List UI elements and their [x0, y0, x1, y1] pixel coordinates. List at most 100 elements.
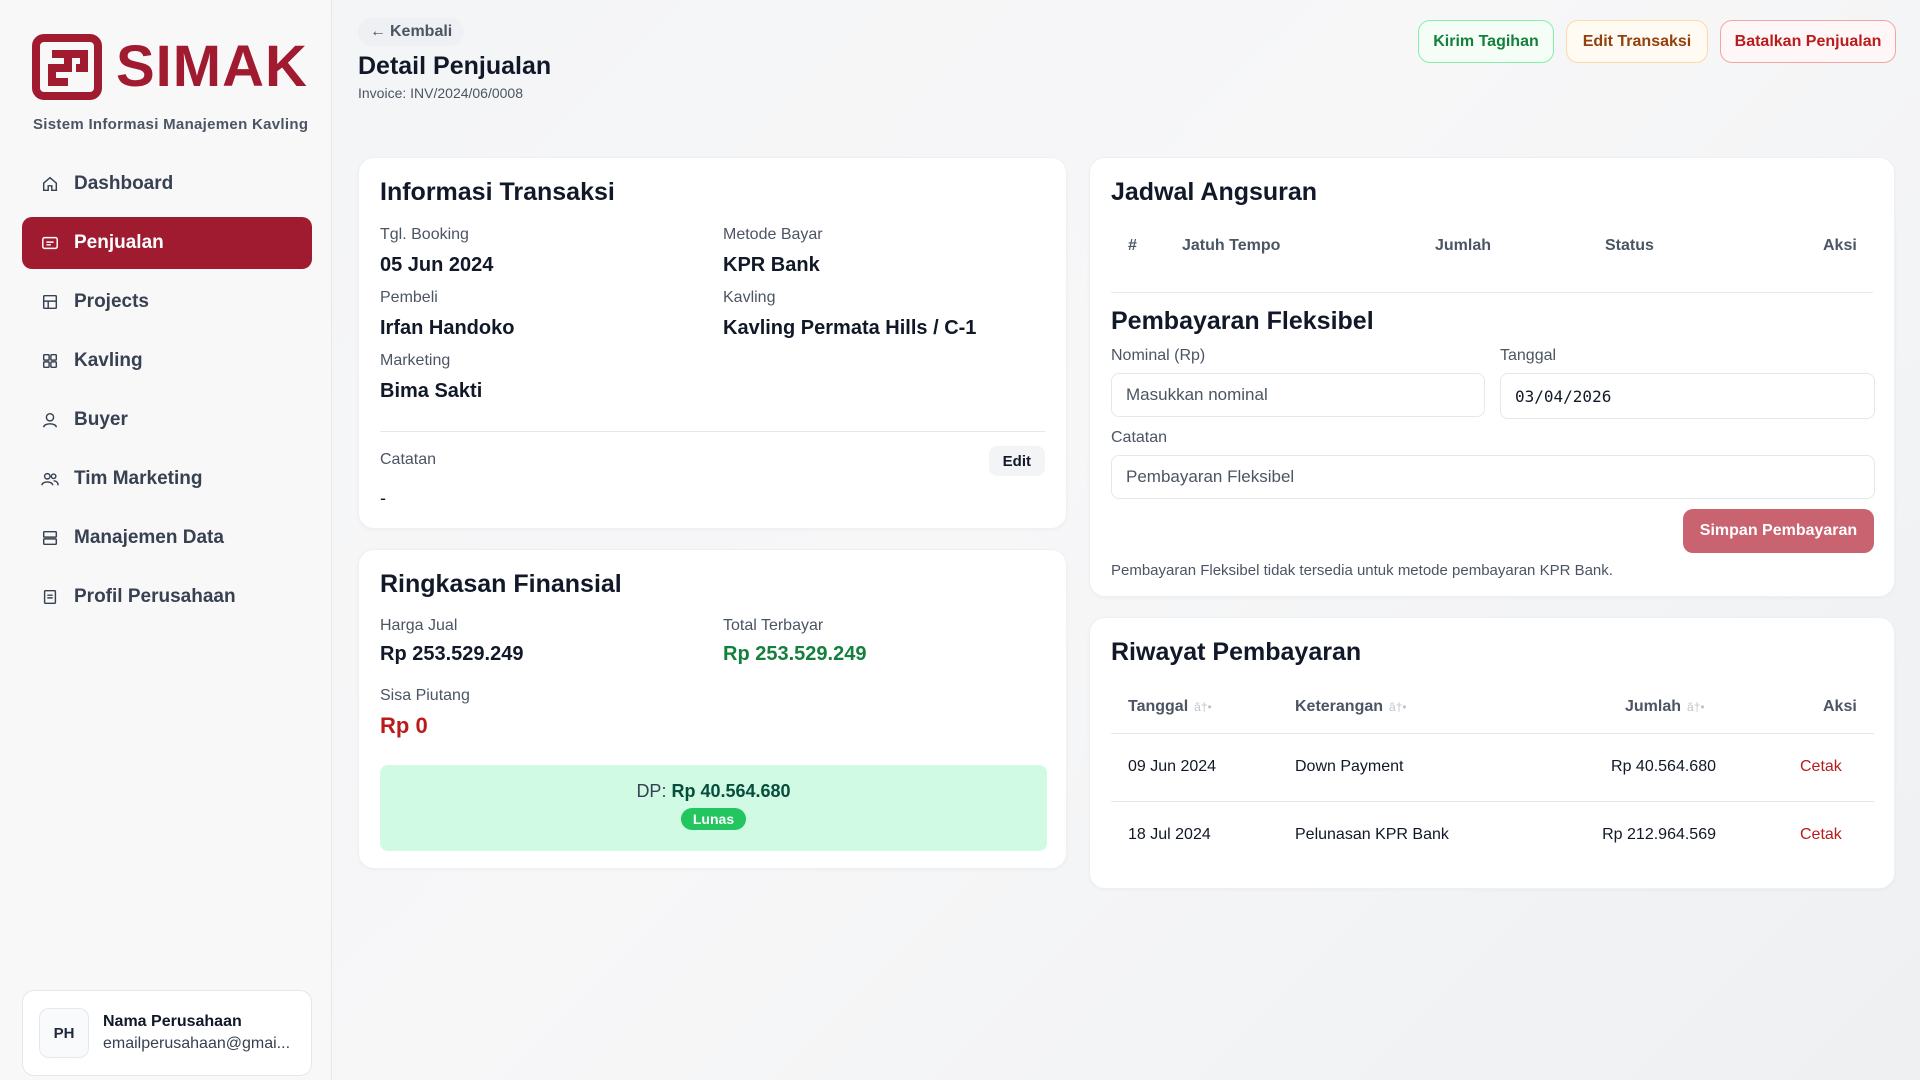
sidebar-nav: Dashboard Penjualan Projects Kavling Buy…	[22, 158, 312, 630]
price-value: Rp 253.529.249	[380, 643, 524, 665]
invoice-number: Invoice: INV/2024/06/0008	[358, 85, 524, 101]
arrow-left-icon: ←	[370, 23, 386, 40]
notes-value: -	[380, 488, 386, 508]
back-label: Kembali	[390, 23, 453, 40]
print-button[interactable]: Cetak	[1800, 758, 1842, 776]
payment-notes-label: Catatan	[1111, 429, 1168, 446]
marketing-label: Marketing	[380, 352, 451, 369]
sort-icon: â†•	[1389, 700, 1407, 714]
payment-date: 18 Jul 2024	[1128, 826, 1211, 843]
divider	[380, 431, 1045, 432]
column-header-date[interactable]: Tanggal â†•	[1128, 698, 1212, 716]
payment-date: 09 Jun 2024	[1128, 758, 1217, 775]
nominal-label: Nominal (Rp)	[1111, 347, 1206, 364]
flexible-payment-title: Pembayaran Fleksibel	[1111, 307, 1374, 335]
building-icon	[40, 292, 60, 312]
sidebar-item-buyer[interactable]: Buyer	[22, 394, 312, 446]
sidebar-item-label: Dashboard	[74, 173, 174, 194]
receipt-icon	[40, 233, 60, 253]
transaction-info-card: Informasi Transaksi Tgl. Booking 05 Jun …	[358, 157, 1067, 529]
sidebar-item-dashboard[interactable]: Dashboard	[22, 158, 312, 210]
edit-notes-button[interactable]: Edit	[988, 446, 1045, 476]
sidebar-item-penjualan[interactable]: Penjualan	[22, 217, 312, 269]
remaining-value: Rp 0	[380, 713, 428, 738]
column-header-amount: Jumlah	[1435, 237, 1492, 254]
remaining-label: Sisa Piutang	[380, 687, 470, 704]
column-header-due-date: Jatuh Tempo	[1182, 237, 1281, 254]
divider	[1111, 801, 1874, 802]
payment-method-label: Metode Bayar	[723, 226, 823, 243]
company-name: Nama Perusahaan	[103, 1013, 242, 1030]
buyer-label: Pembeli	[380, 289, 438, 306]
payment-description: Down Payment	[1295, 758, 1404, 775]
sidebar-item-kavling[interactable]: Kavling	[22, 335, 312, 387]
price-label: Harga Jual	[380, 617, 458, 634]
send-invoice-button[interactable]: Kirim Tagihan	[1418, 20, 1554, 63]
divider	[1111, 292, 1873, 293]
sidebar-item-label: Penjualan	[74, 232, 164, 253]
financial-summary-title: Ringkasan Finansial	[380, 570, 622, 598]
nominal-input[interactable]: Masukkan nominal	[1111, 373, 1485, 417]
sidebar-item-manajemen-data[interactable]: Manajemen Data	[22, 512, 312, 564]
column-header-action: Aksi	[1823, 237, 1857, 254]
user-icon	[40, 410, 60, 430]
sidebar-item-label: Projects	[74, 291, 149, 312]
installment-schedule-card: Jadwal Angsuran # Jatuh Tempo Jumlah Sta…	[1089, 157, 1895, 597]
installment-schedule-title: Jadwal Angsuran	[1111, 178, 1318, 206]
sidebar-item-label: Kavling	[74, 350, 143, 371]
total-paid-value: Rp 253.529.249	[723, 643, 867, 665]
payment-amount: Rp 212.964.569	[1602, 826, 1716, 843]
company-email: emailperusahaan@gmai...	[103, 1035, 291, 1052]
sidebar: SIMAK Sistem Informasi Manajemen Kavling…	[0, 0, 332, 1080]
column-header-description[interactable]: Keterangan â†•	[1295, 698, 1407, 716]
sidebar-item-projects[interactable]: Projects	[22, 276, 312, 328]
flexible-payment-info: Pembayaran Fleksibel tidak tersedia untu…	[1111, 562, 1613, 579]
payment-notes-input[interactable]: Pembayaran Fleksibel	[1111, 455, 1875, 499]
payment-description: Pelunasan KPR Bank	[1295, 826, 1449, 843]
brand-subtitle: Sistem Informasi Manajemen Kavling	[33, 116, 309, 133]
save-payment-button[interactable]: Simpan Pembayaran	[1683, 509, 1874, 553]
column-header-status: Status	[1605, 237, 1654, 254]
brand[interactable]: SIMAK	[32, 34, 308, 100]
database-icon	[40, 528, 60, 548]
column-header-action: Aksi	[1823, 698, 1857, 715]
sidebar-item-tim-marketing[interactable]: Tim Marketing	[22, 453, 312, 505]
users-icon	[40, 469, 60, 489]
company-logo: PH	[39, 1008, 89, 1058]
down-payment-box: DP: Rp 40.564.680 Lunas	[380, 765, 1047, 851]
booking-date-value: 05 Jun 2024	[380, 254, 494, 276]
payment-history-title: Riwayat Pembayaran	[1111, 638, 1362, 666]
home-icon	[40, 174, 60, 194]
document-icon	[40, 587, 60, 607]
dp-amount: Rp 40.564.680	[671, 781, 791, 801]
company-profile-card[interactable]: PH Nama Perusahaan emailperusahaan@gmai.…	[22, 990, 312, 1076]
dp-label: DP:	[636, 781, 667, 801]
divider	[1111, 733, 1874, 734]
brand-name: SIMAK	[116, 34, 308, 99]
back-link[interactable]: ← Kembali	[358, 18, 465, 46]
plot-value: Kavling Permata Hills / C-1	[723, 317, 977, 339]
payment-method-value: KPR Bank	[723, 254, 820, 276]
sidebar-item-label: Manajemen Data	[74, 527, 224, 548]
date-input[interactable]: 03/04/2026	[1500, 373, 1875, 419]
simak-logo-icon	[32, 34, 102, 100]
buyer-value: Irfan Handoko	[380, 317, 515, 339]
plot-label: Kavling	[723, 289, 776, 306]
sort-icon: â†•	[1687, 700, 1705, 714]
edit-transaction-button[interactable]: Edit Transaksi	[1566, 20, 1708, 63]
payment-history-card: Riwayat Pembayaran Tanggal â†• Keterangan…	[1089, 617, 1895, 889]
grid-icon	[40, 351, 60, 371]
marketing-value: Bima Sakti	[380, 380, 483, 402]
total-paid-label: Total Terbayar	[723, 617, 824, 634]
print-button[interactable]: Cetak	[1800, 826, 1842, 844]
cancel-sale-button[interactable]: Batalkan Penjualan	[1720, 20, 1896, 63]
sidebar-item-label: Buyer	[74, 409, 128, 430]
sidebar-item-profil-perusahaan[interactable]: Profil Perusahaan	[22, 571, 312, 623]
sidebar-item-label: Profil Perusahaan	[74, 586, 236, 607]
financial-summary-card: Ringkasan Finansial Harga Jual Rp 253.52…	[358, 549, 1067, 869]
page-title: Detail Penjualan	[358, 52, 552, 80]
date-label: Tanggal	[1500, 347, 1557, 364]
column-header-amount[interactable]: Jumlah â†•	[1625, 698, 1705, 716]
transaction-info-title: Informasi Transaksi	[380, 178, 615, 206]
column-header-number: #	[1128, 237, 1137, 254]
